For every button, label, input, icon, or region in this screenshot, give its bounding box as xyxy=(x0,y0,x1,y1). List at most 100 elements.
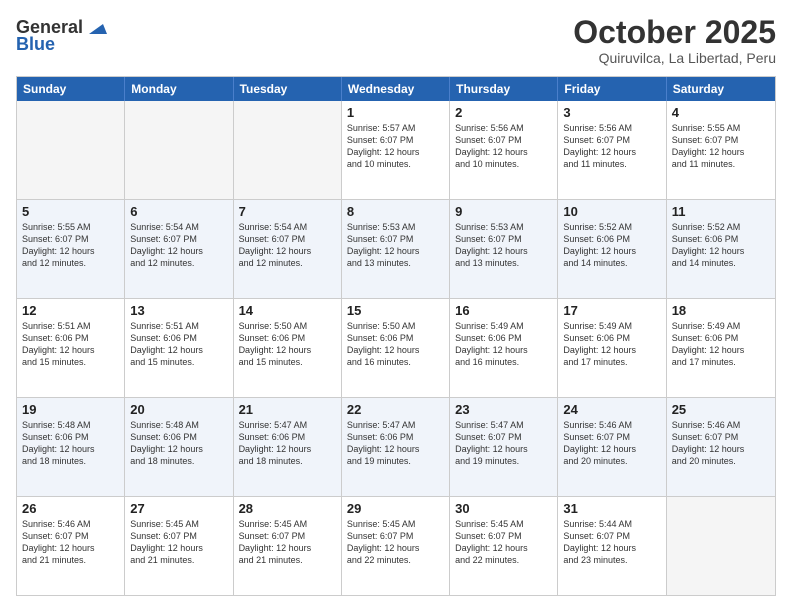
day-number: 8 xyxy=(347,204,444,219)
day-number: 30 xyxy=(455,501,552,516)
logo: General Blue xyxy=(16,16,107,55)
day-number: 12 xyxy=(22,303,119,318)
calendar-cell: 10 Sunrise: 5:52 AM Sunset: 6:06 PM Dayli… xyxy=(558,200,666,298)
calendar-weekday-header: Thursday xyxy=(450,77,558,101)
cell-info: Sunrise: 5:55 AM Sunset: 6:07 PM Dayligh… xyxy=(22,221,119,270)
cell-info: Sunrise: 5:47 AM Sunset: 6:06 PM Dayligh… xyxy=(239,419,336,468)
calendar-row: 5 Sunrise: 5:55 AM Sunset: 6:07 PM Daylig… xyxy=(17,199,775,298)
day-number: 27 xyxy=(130,501,227,516)
calendar-cell: 23Sunrise: 5:47 AM Sunset: 6:07 PM Dayli… xyxy=(450,398,558,496)
calendar-weekday-header: Wednesday xyxy=(342,77,450,101)
day-number: 26 xyxy=(22,501,119,516)
day-number: 18 xyxy=(672,303,770,318)
calendar-cell: 19Sunrise: 5:48 AM Sunset: 6:06 PM Dayli… xyxy=(17,398,125,496)
calendar-row: 12 Sunrise: 5:51 AM Sunset: 6:06 PM Dayli… xyxy=(17,298,775,397)
day-number: 21 xyxy=(239,402,336,417)
cell-info: Sunrise: 5:49 AM Sunset: 6:06 PM Dayligh… xyxy=(455,320,552,369)
cell-info: Sunrise: 5:54 AM Sunset: 6:07 PM Dayligh… xyxy=(239,221,336,270)
calendar-cell: 26 Sunrise: 5:46 AM Sunset: 6:07 PM Dayli… xyxy=(17,497,125,595)
cell-info: Sunrise: 5:55 AM Sunset: 6:07 PM Dayligh… xyxy=(672,122,770,171)
calendar-cell: 27Sunrise: 5:45 AM Sunset: 6:07 PM Dayli… xyxy=(125,497,233,595)
calendar-cell: 15 Sunrise: 5:50 AM Sunset: 6:06 PM Dayli… xyxy=(342,299,450,397)
cell-info: Sunrise: 5:50 AM Sunset: 6:06 PM Dayligh… xyxy=(239,320,336,369)
day-number: 19 xyxy=(22,402,119,417)
cell-info: Sunrise: 5:46 AM Sunset: 6:07 PM Dayligh… xyxy=(22,518,119,567)
logo-icon xyxy=(85,16,107,38)
day-number: 6 xyxy=(130,204,227,219)
day-number: 2 xyxy=(455,105,552,120)
calendar-cell: 31Sunrise: 5:44 AM Sunset: 6:07 PM Dayli… xyxy=(558,497,666,595)
calendar-cell: 4 Sunrise: 5:55 AM Sunset: 6:07 PM Daylig… xyxy=(667,101,775,199)
cell-info: Sunrise: 5:47 AM Sunset: 6:06 PM Dayligh… xyxy=(347,419,444,468)
cell-info: Sunrise: 5:52 AM Sunset: 6:06 PM Dayligh… xyxy=(672,221,770,270)
header: General Blue October 2025 Quiruvilca, La… xyxy=(16,16,776,66)
calendar-cell: 20 Sunrise: 5:48 AM Sunset: 6:06 PM Dayli… xyxy=(125,398,233,496)
day-number: 15 xyxy=(347,303,444,318)
calendar-weekday-header: Monday xyxy=(125,77,233,101)
calendar-cell: 5 Sunrise: 5:55 AM Sunset: 6:07 PM Daylig… xyxy=(17,200,125,298)
calendar-cell: 29Sunrise: 5:45 AM Sunset: 6:07 PM Dayli… xyxy=(342,497,450,595)
calendar-row: 1 Sunrise: 5:57 AM Sunset: 6:07 PM Daylig… xyxy=(17,101,775,199)
calendar: SundayMondayTuesdayWednesdayThursdayFrid… xyxy=(16,76,776,596)
calendar-cell: 18Sunrise: 5:49 AM Sunset: 6:06 PM Dayli… xyxy=(667,299,775,397)
location: Quiruvilca, La Libertad, Peru xyxy=(573,50,776,66)
calendar-cell: 6 Sunrise: 5:54 AM Sunset: 6:07 PM Daylig… xyxy=(125,200,233,298)
calendar-cell: 13Sunrise: 5:51 AM Sunset: 6:06 PM Dayli… xyxy=(125,299,233,397)
cell-info: Sunrise: 5:53 AM Sunset: 6:07 PM Dayligh… xyxy=(347,221,444,270)
day-number: 29 xyxy=(347,501,444,516)
month-title: October 2025 xyxy=(573,16,776,48)
title-section: October 2025 Quiruvilca, La Libertad, Pe… xyxy=(573,16,776,66)
cell-info: Sunrise: 5:50 AM Sunset: 6:06 PM Dayligh… xyxy=(347,320,444,369)
calendar-weekday-header: Saturday xyxy=(667,77,775,101)
calendar-weekday-header: Sunday xyxy=(17,77,125,101)
calendar-weekday-header: Friday xyxy=(558,77,666,101)
calendar-cell: 12 Sunrise: 5:51 AM Sunset: 6:06 PM Dayli… xyxy=(17,299,125,397)
calendar-cell xyxy=(17,101,125,199)
calendar-header: SundayMondayTuesdayWednesdayThursdayFrid… xyxy=(17,77,775,101)
day-number: 17 xyxy=(563,303,660,318)
calendar-cell xyxy=(234,101,342,199)
day-number: 16 xyxy=(455,303,552,318)
day-number: 1 xyxy=(347,105,444,120)
calendar-body: 1 Sunrise: 5:57 AM Sunset: 6:07 PM Daylig… xyxy=(17,101,775,595)
calendar-cell: 9Sunrise: 5:53 AM Sunset: 6:07 PM Daylig… xyxy=(450,200,558,298)
day-number: 11 xyxy=(672,204,770,219)
calendar-cell: 30Sunrise: 5:45 AM Sunset: 6:07 PM Dayli… xyxy=(450,497,558,595)
calendar-weekday-header: Tuesday xyxy=(234,77,342,101)
calendar-cell: 2 Sunrise: 5:56 AM Sunset: 6:07 PM Daylig… xyxy=(450,101,558,199)
calendar-row: 26 Sunrise: 5:46 AM Sunset: 6:07 PM Dayli… xyxy=(17,496,775,595)
cell-info: Sunrise: 5:56 AM Sunset: 6:07 PM Dayligh… xyxy=(455,122,552,171)
calendar-cell: 21 Sunrise: 5:47 AM Sunset: 6:06 PM Dayli… xyxy=(234,398,342,496)
calendar-cell: 7 Sunrise: 5:54 AM Sunset: 6:07 PM Daylig… xyxy=(234,200,342,298)
page: General Blue October 2025 Quiruvilca, La… xyxy=(0,0,792,612)
logo-blue: Blue xyxy=(16,34,55,55)
cell-info: Sunrise: 5:51 AM Sunset: 6:06 PM Dayligh… xyxy=(22,320,119,369)
cell-info: Sunrise: 5:51 AM Sunset: 6:06 PM Dayligh… xyxy=(130,320,227,369)
day-number: 28 xyxy=(239,501,336,516)
calendar-cell: 3Sunrise: 5:56 AM Sunset: 6:07 PM Daylig… xyxy=(558,101,666,199)
cell-info: Sunrise: 5:45 AM Sunset: 6:07 PM Dayligh… xyxy=(239,518,336,567)
cell-info: Sunrise: 5:52 AM Sunset: 6:06 PM Dayligh… xyxy=(563,221,660,270)
calendar-cell: 11 Sunrise: 5:52 AM Sunset: 6:06 PM Dayli… xyxy=(667,200,775,298)
calendar-cell: 25Sunrise: 5:46 AM Sunset: 6:07 PM Dayli… xyxy=(667,398,775,496)
day-number: 4 xyxy=(672,105,770,120)
calendar-cell xyxy=(125,101,233,199)
cell-info: Sunrise: 5:54 AM Sunset: 6:07 PM Dayligh… xyxy=(130,221,227,270)
day-number: 9 xyxy=(455,204,552,219)
day-number: 5 xyxy=(22,204,119,219)
calendar-cell: 28 Sunrise: 5:45 AM Sunset: 6:07 PM Dayli… xyxy=(234,497,342,595)
calendar-cell: 8 Sunrise: 5:53 AM Sunset: 6:07 PM Daylig… xyxy=(342,200,450,298)
cell-info: Sunrise: 5:49 AM Sunset: 6:06 PM Dayligh… xyxy=(563,320,660,369)
calendar-cell xyxy=(667,497,775,595)
cell-info: Sunrise: 5:47 AM Sunset: 6:07 PM Dayligh… xyxy=(455,419,552,468)
cell-info: Sunrise: 5:57 AM Sunset: 6:07 PM Dayligh… xyxy=(347,122,444,171)
day-number: 20 xyxy=(130,402,227,417)
cell-info: Sunrise: 5:46 AM Sunset: 6:07 PM Dayligh… xyxy=(672,419,770,468)
day-number: 31 xyxy=(563,501,660,516)
cell-info: Sunrise: 5:48 AM Sunset: 6:06 PM Dayligh… xyxy=(130,419,227,468)
day-number: 3 xyxy=(563,105,660,120)
day-number: 7 xyxy=(239,204,336,219)
calendar-cell: 1 Sunrise: 5:57 AM Sunset: 6:07 PM Daylig… xyxy=(342,101,450,199)
day-number: 10 xyxy=(563,204,660,219)
calendar-cell: 22Sunrise: 5:47 AM Sunset: 6:06 PM Dayli… xyxy=(342,398,450,496)
